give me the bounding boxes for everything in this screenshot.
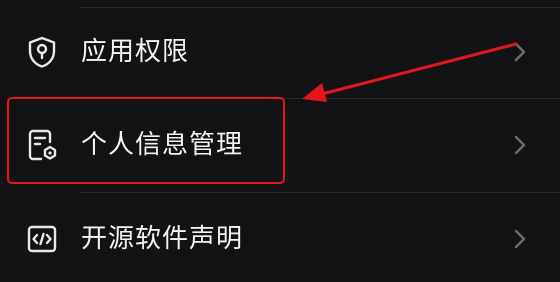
settings-item-label: 开源软件声明	[81, 224, 244, 254]
settings-item-label: 应用权限	[81, 37, 190, 67]
chevron-right-icon	[512, 39, 528, 65]
divider-top	[80, 7, 560, 8]
divider	[80, 192, 560, 193]
settings-item-open-source-notice[interactable]: 开源软件声明	[0, 196, 560, 282]
chevron-right-icon	[512, 226, 528, 252]
annotation-highlight-box	[7, 97, 285, 184]
settings-item-app-permissions[interactable]: 应用权限	[0, 9, 560, 95]
shield-person-icon	[26, 35, 58, 69]
code-window-icon	[26, 222, 58, 256]
chevron-right-icon	[512, 132, 528, 158]
